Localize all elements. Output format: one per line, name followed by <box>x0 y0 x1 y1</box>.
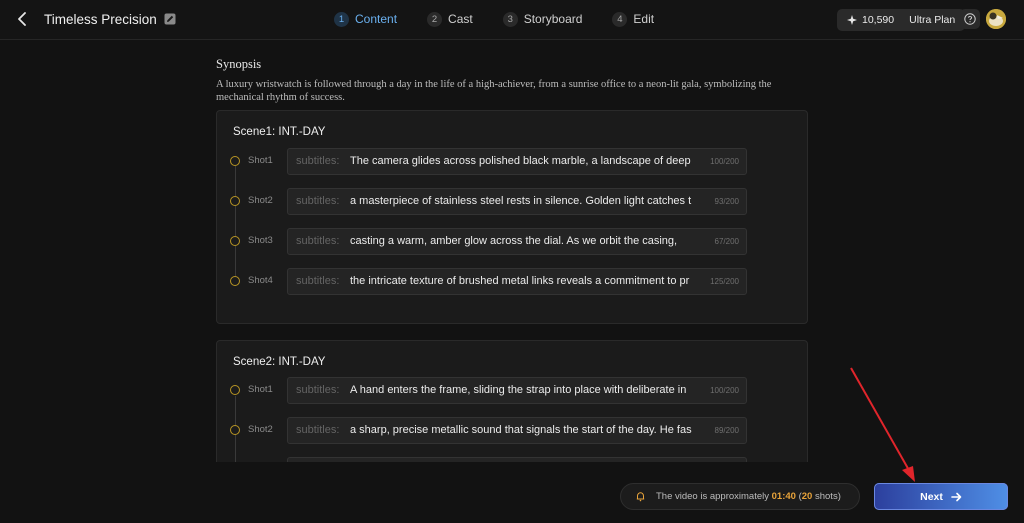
help-icon <box>964 13 976 25</box>
credits-badge[interactable]: 10,590 Ultra Plan <box>837 9 966 31</box>
char-count: 100/200 <box>710 386 739 395</box>
char-count: 125/200 <box>710 277 739 286</box>
subtitle-text: casting a warm, amber glow across the di… <box>350 235 678 247</box>
step-number: 3 <box>502 11 518 27</box>
duration-prefix: The video is approximately <box>656 491 769 502</box>
shot-dot-icon <box>230 196 240 206</box>
subtitle-input[interactable]: subtitles: the intricate texture of brus… <box>287 268 747 295</box>
subtitle-input[interactable]: subtitles: a masterpiece of stainless st… <box>287 188 747 215</box>
step-label: Storyboard <box>523 12 583 26</box>
shot-label: Shot1 <box>248 155 273 166</box>
subtitle-key: subtitles: <box>296 155 340 167</box>
subtitle-input[interactable]: subtitles: casting a warm, amber glow ac… <box>287 228 747 255</box>
tab-cast[interactable]: 2 Cast <box>427 10 473 28</box>
shot-label: Shot1 <box>248 384 273 395</box>
step-number: 2 <box>427 11 443 27</box>
subtitle-key: subtitles: <box>296 235 340 247</box>
step-label: Cast <box>448 12 473 26</box>
shot-dot-icon <box>230 236 240 246</box>
scene-card: Scene1: INT.-DAY Shot1 subtitles: The ca… <box>216 110 808 324</box>
subtitle-input[interactable]: subtitles: a sharp, precise metallic sou… <box>287 417 747 444</box>
shot-dot-icon <box>230 276 240 286</box>
char-count: 89/200 <box>714 426 739 435</box>
duration-value: 01:40 <box>771 491 796 502</box>
subtitle-input[interactable]: subtitles: A hand enters the frame, slid… <box>287 377 747 404</box>
chevron-left-icon <box>18 12 26 26</box>
help-button[interactable] <box>960 9 980 29</box>
project-title: Timeless Precision <box>44 12 157 27</box>
step-tabs: 1 Content 2 Cast 3 Storyboard 4 Edit <box>334 10 684 28</box>
subtitle-text: a sharp, precise metallic sound that sig… <box>350 424 692 436</box>
plan-name: Ultra Plan <box>909 14 956 26</box>
shot-row: Shot4 subtitles: the intricate texture o… <box>230 268 750 295</box>
shot-row: Shot2 subtitles: a masterpiece of stainl… <box>230 188 750 215</box>
tab-storyboard[interactable]: 3 Storyboard <box>502 10 583 28</box>
subtitle-key: subtitles: <box>296 275 340 287</box>
next-label: Next <box>920 490 943 503</box>
subtitle-text: The camera glides across polished black … <box>350 155 691 167</box>
shot-dot-icon <box>230 425 240 435</box>
shot-label: Shot2 <box>248 195 273 206</box>
shots-suffix: shots) <box>814 491 841 502</box>
step-label: Content <box>355 12 398 26</box>
subtitle-key: subtitles: <box>296 195 340 207</box>
next-button[interactable]: Next <box>874 483 1008 510</box>
edit-title-icon[interactable] <box>164 12 176 25</box>
bell-icon <box>636 492 645 502</box>
top-bar: Timeless Precision 1 Content 2 Cast 3 St… <box>0 0 1024 40</box>
shot-label: Shot3 <box>248 235 273 246</box>
subtitle-text: A hand enters the frame, sliding the str… <box>350 384 687 396</box>
shot-dot-icon <box>230 385 240 395</box>
shots-count: 20 <box>801 491 813 502</box>
subtitle-text: the intricate texture of brushed metal l… <box>350 275 690 287</box>
avatar-image-icon <box>986 9 1006 29</box>
credits-count: 10,590 <box>862 14 895 26</box>
subtitle-key: subtitles: <box>296 424 340 436</box>
shot-row: Shot2 subtitles: a sharp, precise metall… <box>230 417 750 444</box>
scene-title: Scene1: INT.-DAY <box>233 126 326 138</box>
synopsis-text: A luxury wristwatch is followed through … <box>216 79 772 103</box>
tab-content[interactable]: 1 Content <box>334 10 397 28</box>
subtitle-input[interactable]: subtitles: The camera glides across poli… <box>287 148 747 175</box>
step-number: 1 <box>334 11 349 27</box>
arrow-right-icon <box>951 492 962 501</box>
subtitle-text: a masterpiece of stainless steel rests i… <box>350 195 692 207</box>
shot-row: Shot3 subtitles: casting a warm, amber g… <box>230 228 750 255</box>
shot-row: Shot1 subtitles: A hand enters the frame… <box>230 377 750 404</box>
duration-info: The video is approximately 01:40 (20 sho… <box>620 483 860 510</box>
synopsis-heading: Synopsis <box>216 57 262 71</box>
char-count: 67/200 <box>714 237 739 246</box>
shot-row: Shot1 subtitles: The camera glides acros… <box>230 148 750 175</box>
shot-label: Shot2 <box>248 424 273 435</box>
footer-bar <box>0 462 1024 523</box>
avatar[interactable] <box>986 9 1006 29</box>
back-button[interactable] <box>12 9 32 29</box>
scene-card: Scene2: INT.-DAY Shot1 subtitles: A hand… <box>216 340 808 486</box>
char-count: 93/200 <box>714 197 739 206</box>
shot-label: Shot4 <box>248 275 273 286</box>
sparkle-icon <box>847 15 857 25</box>
char-count: 100/200 <box>710 157 739 166</box>
step-label: Edit <box>633 12 655 26</box>
scene-title: Scene2: INT.-DAY <box>233 356 326 368</box>
tab-edit[interactable]: 4 Edit <box>612 10 654 28</box>
step-number: 4 <box>612 11 628 27</box>
shot-dot-icon <box>230 156 240 166</box>
subtitle-key: subtitles: <box>296 384 340 396</box>
